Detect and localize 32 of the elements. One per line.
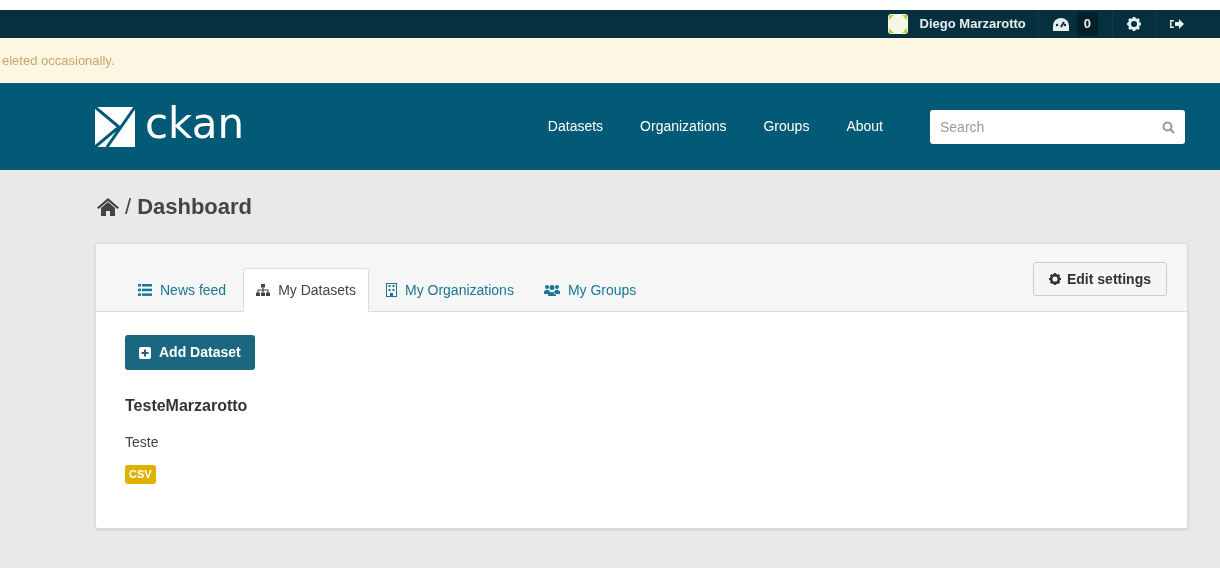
tab[interactable]: My Organizations [372,268,527,312]
notice-text: eleted occasionally. [2,51,115,70]
plus-square-icon [139,346,151,359]
settings-icon[interactable] [1127,17,1141,31]
dashboard-icon[interactable] [1052,17,1069,31]
search-icon[interactable] [1162,120,1175,134]
list-icon [138,284,152,296]
add-dataset-button[interactable]: Add Dataset [125,335,255,370]
dataset-title-link[interactable]: TesteMarzarotto [125,394,1187,418]
log-out-icon[interactable] [1170,18,1184,30]
tab[interactable]: News feed [125,268,240,312]
edit-settings-button[interactable]: Edit settings [1033,262,1167,296]
logo-icon[interactable] [95,106,135,147]
logo-text[interactable]: ckan [145,102,245,145]
building-icon [385,283,397,297]
people-icon [543,284,560,296]
nav-link[interactable]: Organizations [640,116,727,137]
user-name-link[interactable]: Diego Marzarotto [919,14,1026,34]
breadcrumb-title: Dashboard [137,193,253,221]
gear-icon [1049,273,1061,285]
nav-link[interactable]: Datasets [547,116,604,137]
search-field[interactable]: Search [930,109,1185,144]
tab[interactable]: My Datasets [243,268,369,312]
breadcrumb-separator: / [125,193,132,221]
nav-link[interactable]: Groups [763,116,810,137]
avatar-icon[interactable] [887,14,908,34]
notification-count: 0 [1076,12,1098,36]
nav-link[interactable]: About [846,116,883,137]
home-icon[interactable] [97,197,119,216]
hierarchy-icon [256,284,271,296]
tab[interactable]: My Groups [530,268,650,312]
dataset-description: Teste [125,433,160,452]
